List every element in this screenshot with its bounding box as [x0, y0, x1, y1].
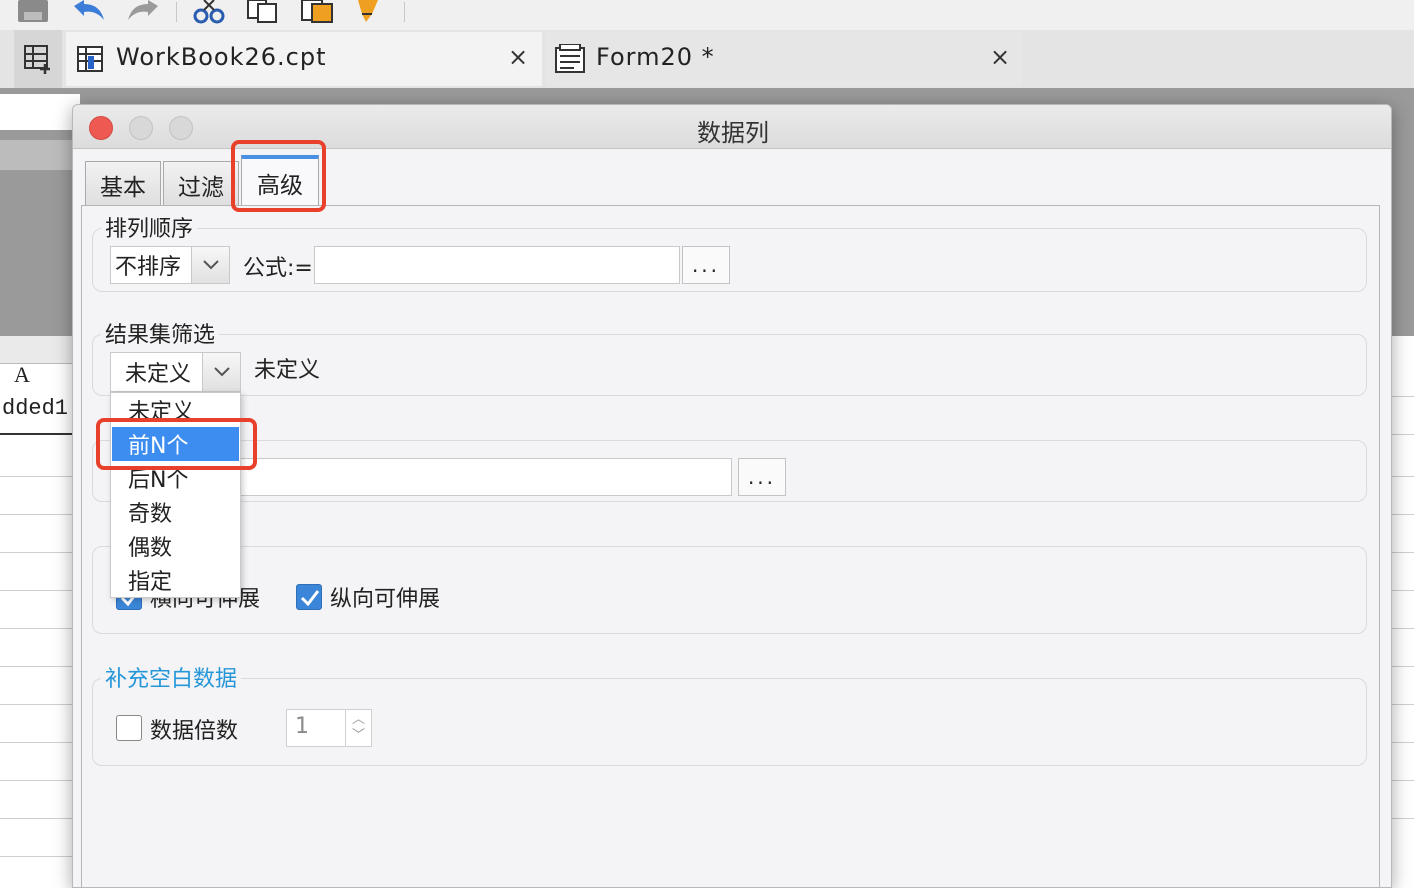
vertical-expand-label: 纵向可伸展 [330, 587, 441, 612]
data-multiple-label: 数据倍数 [150, 719, 239, 744]
result-filter-group-title: 结果集筛选 [101, 317, 220, 349]
close-icon[interactable]: × [990, 43, 1010, 71]
annotation-advanced-tab [231, 140, 326, 212]
tab-form20[interactable]: Form20 * × [546, 32, 1022, 86]
supplement-group-title: 补充空白数据 [101, 661, 242, 693]
annotation-top-n-option [96, 418, 257, 470]
sort-order-value: 不排序 [115, 255, 182, 280]
supplement-group [92, 678, 1367, 766]
vertical-expand-checkbox[interactable] [296, 584, 322, 610]
close-icon[interactable]: × [508, 43, 528, 71]
paste-icon[interactable] [300, 0, 336, 24]
ruler [0, 140, 80, 170]
spinner-buttons[interactable]: ︿ ﹀ [345, 710, 371, 746]
formula-ellipsis-button[interactable]: ... [682, 246, 730, 284]
sort-group-title: 排列顺序 [101, 211, 198, 243]
new-report-button[interactable] [14, 30, 62, 88]
cell-value[interactable]: dded1 [2, 396, 68, 421]
format-brush-icon[interactable] [352, 0, 388, 24]
copy-icon[interactable] [246, 0, 282, 24]
option-specified[interactable]: 指定 [112, 563, 239, 597]
chevron-down-icon[interactable]: ﹀ [352, 728, 365, 744]
workbook-icon [77, 46, 103, 72]
cut-icon[interactable] [192, 0, 228, 24]
main-toolbar [0, 0, 1414, 30]
save-icon[interactable] [16, 0, 52, 24]
data-multiple-checkbox[interactable] [116, 715, 142, 741]
checkmark-icon [300, 590, 320, 607]
option-odd[interactable]: 奇数 [112, 495, 239, 529]
sort-order-select[interactable]: 不排序 [110, 246, 230, 284]
undo-icon[interactable] [70, 0, 108, 24]
document-tab-bar: WorkBook26.cpt × Form20 * × [0, 30, 1414, 88]
result-filter-status: 未定义 [254, 358, 321, 383]
filter-condition-input[interactable] [236, 458, 732, 496]
filter-ellipsis-button[interactable]: ... [738, 458, 786, 496]
tab-label: WorkBook26.cpt [116, 43, 327, 71]
tab-filter[interactable]: 过滤 [163, 161, 239, 207]
form-icon [555, 44, 585, 73]
result-filter-select[interactable]: 未定义 [110, 352, 241, 392]
formula-label: 公式:= [243, 256, 313, 281]
option-even[interactable]: 偶数 [112, 529, 239, 563]
tab-basic[interactable]: 基本 [85, 161, 161, 207]
grid-add-icon [24, 45, 50, 74]
column-header-a: A [14, 362, 30, 387]
chevron-down-icon [202, 353, 240, 391]
formula-bar [0, 94, 80, 130]
data-multiple-spinner[interactable]: 1 ︿ ﹀ [286, 709, 372, 747]
sheet-grid-right [1392, 336, 1414, 888]
chevron-up-icon[interactable]: ︿ [352, 712, 365, 728]
chevron-down-icon [191, 247, 229, 283]
tab-workbook26[interactable]: WorkBook26.cpt × [66, 32, 542, 86]
expand-group [92, 546, 1367, 634]
tab-label: Form20 * [596, 43, 715, 71]
sheet-grid: A dded1 [0, 336, 80, 888]
redo-icon[interactable] [124, 0, 162, 24]
data-multiple-value: 1 [295, 714, 309, 739]
formula-input[interactable] [314, 246, 680, 284]
result-filter-value: 未定义 [125, 362, 192, 387]
